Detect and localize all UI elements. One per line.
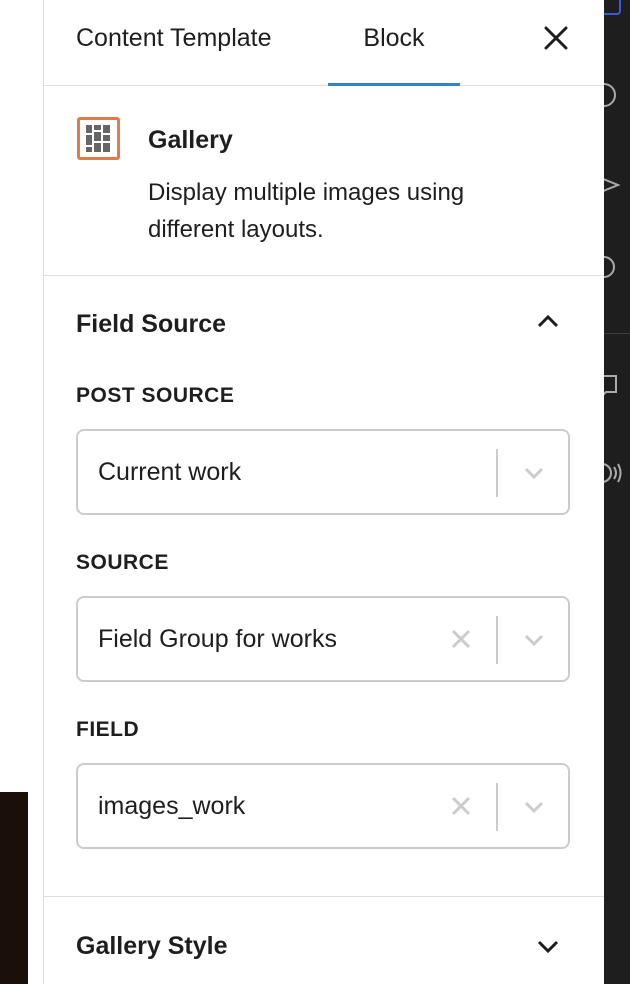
select-separator <box>496 449 498 497</box>
chevron-down-icon <box>537 940 559 954</box>
select-separator <box>496 616 498 664</box>
clear-icon[interactable] <box>448 626 474 652</box>
post-source-label: POST SOURCE <box>76 384 235 407</box>
gallery-icon <box>77 117 120 160</box>
post-source-select[interactable]: Current work <box>76 429 570 515</box>
block-description: Display multiple images using different … <box>148 179 465 243</box>
right-toolbar-strip <box>604 0 630 984</box>
gallery-style-toggle[interactable]: Gallery Style <box>44 912 604 984</box>
tab-block[interactable]: Block <box>328 0 460 86</box>
close-icon[interactable] <box>540 22 572 54</box>
clear-icon[interactable] <box>448 793 474 819</box>
select-separator <box>496 783 498 831</box>
gallery-style-title: Gallery Style <box>76 932 228 960</box>
send-icon[interactable] <box>604 170 624 200</box>
field-source-title: Field Source <box>76 310 227 338</box>
tab-content-template[interactable]: Content Template <box>76 0 272 85</box>
lightbulb-icon[interactable] <box>604 255 624 285</box>
block-title: Gallery <box>148 126 233 154</box>
block-settings-panel: Content Template Block Gallery Display m… <box>44 0 604 984</box>
chevron-down-icon[interactable] <box>520 793 548 821</box>
chevron-up-icon <box>537 314 559 328</box>
sidebar-tabs: Content Template Block <box>44 0 604 86</box>
block-card: Gallery Display multiple images using di… <box>44 86 604 276</box>
field-label: FIELD <box>76 718 140 741</box>
toolbar-button-icon[interactable] <box>604 0 624 22</box>
chevron-down-icon[interactable] <box>520 459 548 487</box>
chevron-down-icon[interactable] <box>520 626 548 654</box>
field-select[interactable]: images_work <box>76 763 570 849</box>
section-divider <box>44 896 604 897</box>
toolbar-divider <box>604 333 630 334</box>
source-select[interactable]: Field Group for works <box>76 596 570 682</box>
comments-icon[interactable] <box>604 372 624 402</box>
field-source-toggle[interactable]: Field Source <box>44 290 604 362</box>
audio-icon[interactable] <box>604 458 624 488</box>
post-source-value: Current work <box>98 458 242 486</box>
source-label: SOURCE <box>76 551 169 574</box>
source-value: Field Group for works <box>98 625 337 653</box>
field-value: images_work <box>98 792 246 820</box>
editor-canvas-image-fragment <box>0 792 28 984</box>
circle-icon[interactable] <box>604 80 624 110</box>
